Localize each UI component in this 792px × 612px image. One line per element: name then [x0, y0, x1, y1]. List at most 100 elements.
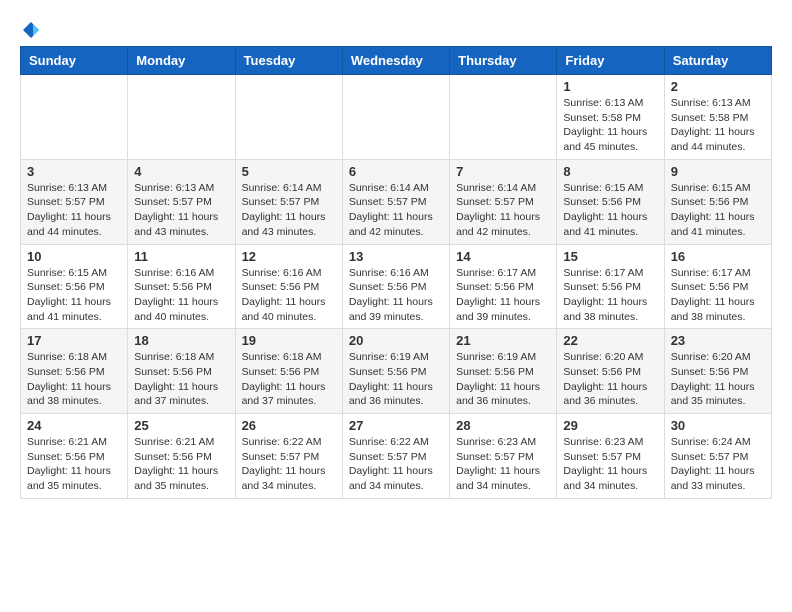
calendar-week-row: 3 Sunrise: 6:13 AM Sunset: 5:57 PM Daylig… — [21, 159, 772, 244]
day-number: 30 — [671, 418, 765, 433]
day-number: 27 — [349, 418, 443, 433]
calendar-week-row: 10Sunrise: 6:15 AM Sunset: 5:56 PM Dayli… — [21, 244, 772, 329]
calendar-cell: 24 Sunrise: 6:21 AM Sunset: 5:56 PM Dayli… — [21, 414, 128, 499]
calendar-cell: 22Sunrise: 6:20 AM Sunset: 5:56 PM Dayli… — [557, 329, 664, 414]
day-number: 25 — [134, 418, 228, 433]
calendar-cell: 19 Sunrise: 6:18 AM Sunset: 5:56 PM Dayli… — [235, 329, 342, 414]
day-info: Sunrise: 6:14 AM Sunset: 5:57 PM Dayligh… — [349, 181, 443, 240]
calendar-cell — [128, 75, 235, 160]
day-number: 3 — [27, 164, 121, 179]
day-info: Sunrise: 6:22 AM Sunset: 5:57 PM Dayligh… — [242, 435, 336, 494]
day-number: 15 — [563, 249, 657, 264]
calendar-cell: 3Sunrise: 6:13 AM Sunset: 5:57 PM Daylig… — [21, 159, 128, 244]
calendar-day-header: Wednesday — [342, 47, 449, 75]
day-info: Sunrise: 6:13 AM Sunset: 5:57 PM Dayligh… — [134, 181, 228, 240]
calendar-cell: 6 Sunrise: 6:14 AM Sunset: 5:57 PM Daylig… — [342, 159, 449, 244]
calendar-cell: 2 Sunrise: 6:13 AM Sunset: 5:58 PM Daylig… — [664, 75, 771, 160]
day-info: Sunrise: 6:19 AM Sunset: 5:56 PM Dayligh… — [349, 350, 443, 409]
day-info: Sunrise: 6:22 AM Sunset: 5:57 PM Dayligh… — [349, 435, 443, 494]
calendar-cell: 28 Sunrise: 6:23 AM Sunset: 5:57 PM Dayli… — [450, 414, 557, 499]
calendar-cell: 21Sunrise: 6:19 AM Sunset: 5:56 PM Dayli… — [450, 329, 557, 414]
calendar-week-row: 24 Sunrise: 6:21 AM Sunset: 5:56 PM Dayli… — [21, 414, 772, 499]
calendar-cell: 25 Sunrise: 6:21 AM Sunset: 5:56 PM Dayli… — [128, 414, 235, 499]
day-info: Sunrise: 6:18 AM Sunset: 5:56 PM Dayligh… — [27, 350, 121, 409]
day-info: Sunrise: 6:23 AM Sunset: 5:57 PM Dayligh… — [456, 435, 550, 494]
day-number: 6 — [349, 164, 443, 179]
calendar-cell: 12 Sunrise: 6:16 AM Sunset: 5:56 PM Dayli… — [235, 244, 342, 329]
calendar-cell: 8 Sunrise: 6:15 AM Sunset: 5:56 PM Daylig… — [557, 159, 664, 244]
day-number: 13 — [349, 249, 443, 264]
page-header — [20, 20, 772, 36]
day-number: 19 — [242, 333, 336, 348]
day-info: Sunrise: 6:13 AM Sunset: 5:58 PM Dayligh… — [671, 96, 765, 155]
day-number: 5 — [242, 164, 336, 179]
calendar-week-row: 17 Sunrise: 6:18 AM Sunset: 5:56 PM Dayli… — [21, 329, 772, 414]
calendar-day-header: Sunday — [21, 47, 128, 75]
day-number: 16 — [671, 249, 765, 264]
calendar-cell: 4 Sunrise: 6:13 AM Sunset: 5:57 PM Daylig… — [128, 159, 235, 244]
day-number: 2 — [671, 79, 765, 94]
day-info: Sunrise: 6:20 AM Sunset: 5:56 PM Dayligh… — [671, 350, 765, 409]
day-info: Sunrise: 6:14 AM Sunset: 5:57 PM Dayligh… — [456, 181, 550, 240]
day-number: 18 — [134, 333, 228, 348]
day-number: 28 — [456, 418, 550, 433]
logo-icon — [21, 20, 41, 40]
calendar-cell: 1 Sunrise: 6:13 AM Sunset: 5:58 PM Daylig… — [557, 75, 664, 160]
day-info: Sunrise: 6:18 AM Sunset: 5:56 PM Dayligh… — [242, 350, 336, 409]
calendar-cell: 14Sunrise: 6:17 AM Sunset: 5:56 PM Dayli… — [450, 244, 557, 329]
day-number: 21 — [456, 333, 550, 348]
calendar-cell: 9 Sunrise: 6:15 AM Sunset: 5:56 PM Daylig… — [664, 159, 771, 244]
day-info: Sunrise: 6:17 AM Sunset: 5:56 PM Dayligh… — [563, 266, 657, 325]
calendar-cell — [450, 75, 557, 160]
calendar-cell: 16 Sunrise: 6:17 AM Sunset: 5:56 PM Dayli… — [664, 244, 771, 329]
calendar-cell: 23 Sunrise: 6:20 AM Sunset: 5:56 PM Dayli… — [664, 329, 771, 414]
day-info: Sunrise: 6:14 AM Sunset: 5:57 PM Dayligh… — [242, 181, 336, 240]
day-info: Sunrise: 6:20 AM Sunset: 5:56 PM Dayligh… — [563, 350, 657, 409]
day-number: 26 — [242, 418, 336, 433]
calendar-cell — [21, 75, 128, 160]
day-number: 1 — [563, 79, 657, 94]
calendar-table: SundayMondayTuesdayWednesdayThursdayFrid… — [20, 46, 772, 499]
day-number: 29 — [563, 418, 657, 433]
day-number: 8 — [563, 164, 657, 179]
calendar-header-row: SundayMondayTuesdayWednesdayThursdayFrid… — [21, 47, 772, 75]
day-info: Sunrise: 6:13 AM Sunset: 5:58 PM Dayligh… — [563, 96, 657, 155]
day-info: Sunrise: 6:18 AM Sunset: 5:56 PM Dayligh… — [134, 350, 228, 409]
calendar-cell: 10Sunrise: 6:15 AM Sunset: 5:56 PM Dayli… — [21, 244, 128, 329]
day-info: Sunrise: 6:21 AM Sunset: 5:56 PM Dayligh… — [134, 435, 228, 494]
calendar-day-header: Monday — [128, 47, 235, 75]
calendar-cell: 27 Sunrise: 6:22 AM Sunset: 5:57 PM Dayli… — [342, 414, 449, 499]
day-number: 11 — [134, 249, 228, 264]
day-number: 7 — [456, 164, 550, 179]
day-info: Sunrise: 6:24 AM Sunset: 5:57 PM Dayligh… — [671, 435, 765, 494]
day-number: 4 — [134, 164, 228, 179]
day-number: 23 — [671, 333, 765, 348]
calendar-cell — [342, 75, 449, 160]
calendar-cell: 29 Sunrise: 6:23 AM Sunset: 5:57 PM Dayli… — [557, 414, 664, 499]
logo — [20, 20, 42, 36]
day-number: 17 — [27, 333, 121, 348]
day-number: 12 — [242, 249, 336, 264]
calendar-cell: 5 Sunrise: 6:14 AM Sunset: 5:57 PM Daylig… — [235, 159, 342, 244]
day-info: Sunrise: 6:17 AM Sunset: 5:56 PM Dayligh… — [671, 266, 765, 325]
day-number: 14 — [456, 249, 550, 264]
calendar-day-header: Friday — [557, 47, 664, 75]
day-info: Sunrise: 6:15 AM Sunset: 5:56 PM Dayligh… — [563, 181, 657, 240]
day-info: Sunrise: 6:15 AM Sunset: 5:56 PM Dayligh… — [671, 181, 765, 240]
calendar-cell: 11Sunrise: 6:16 AM Sunset: 5:56 PM Dayli… — [128, 244, 235, 329]
day-info: Sunrise: 6:23 AM Sunset: 5:57 PM Dayligh… — [563, 435, 657, 494]
calendar-cell: 13 Sunrise: 6:16 AM Sunset: 5:56 PM Dayli… — [342, 244, 449, 329]
calendar-day-header: Saturday — [664, 47, 771, 75]
day-number: 9 — [671, 164, 765, 179]
calendar-week-row: 1 Sunrise: 6:13 AM Sunset: 5:58 PM Daylig… — [21, 75, 772, 160]
day-info: Sunrise: 6:16 AM Sunset: 5:56 PM Dayligh… — [349, 266, 443, 325]
calendar-cell — [235, 75, 342, 160]
calendar-cell: 26 Sunrise: 6:22 AM Sunset: 5:57 PM Dayli… — [235, 414, 342, 499]
day-number: 24 — [27, 418, 121, 433]
calendar-cell: 15 Sunrise: 6:17 AM Sunset: 5:56 PM Dayli… — [557, 244, 664, 329]
calendar-day-header: Tuesday — [235, 47, 342, 75]
calendar-cell: 20Sunrise: 6:19 AM Sunset: 5:56 PM Dayli… — [342, 329, 449, 414]
day-info: Sunrise: 6:16 AM Sunset: 5:56 PM Dayligh… — [242, 266, 336, 325]
calendar-cell: 17 Sunrise: 6:18 AM Sunset: 5:56 PM Dayli… — [21, 329, 128, 414]
day-info: Sunrise: 6:21 AM Sunset: 5:56 PM Dayligh… — [27, 435, 121, 494]
